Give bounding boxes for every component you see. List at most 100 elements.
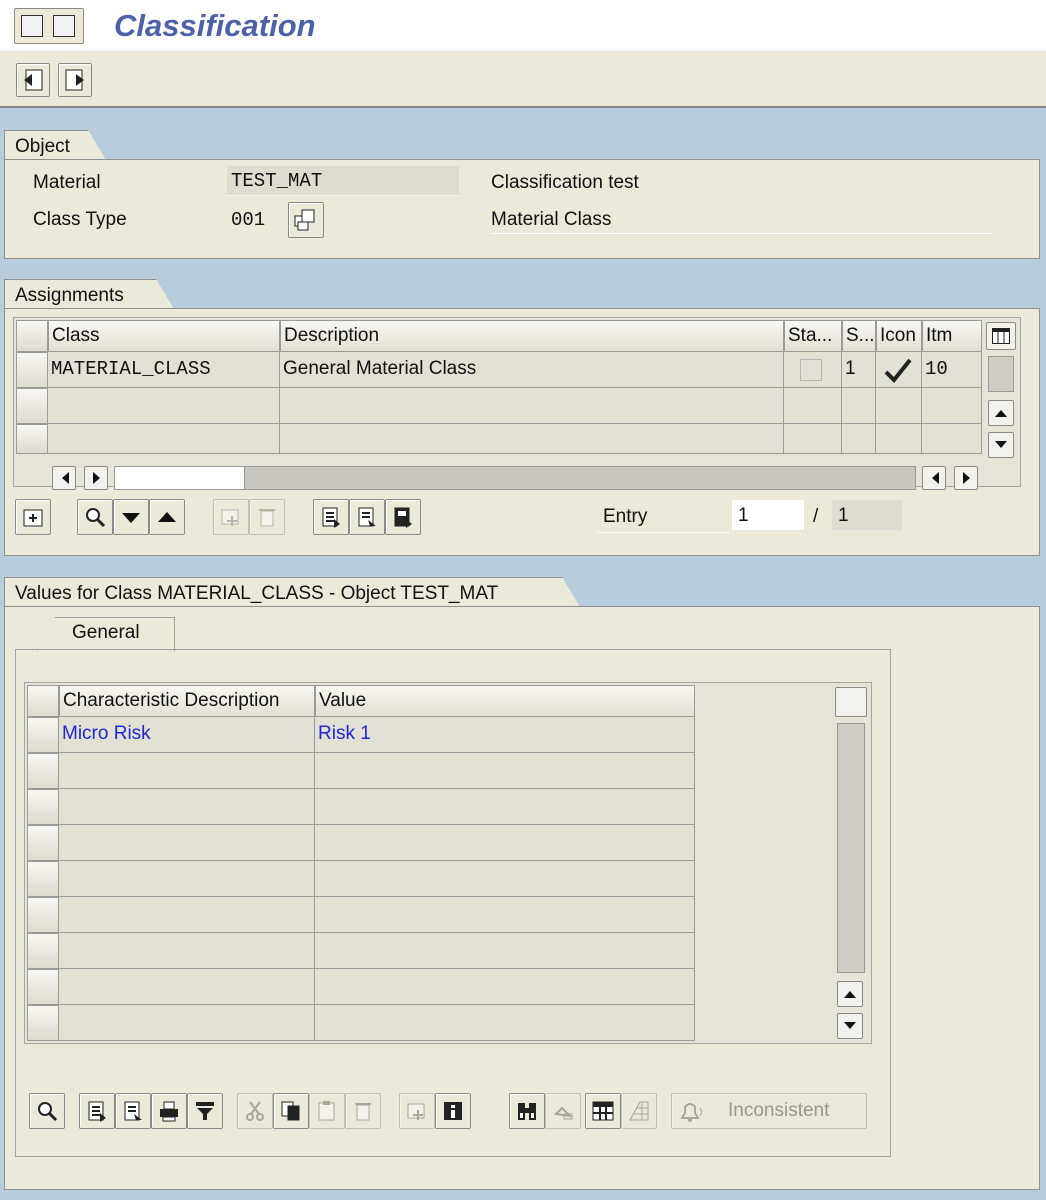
table-row-empty[interactable] xyxy=(315,861,695,897)
select-all-rows[interactable] xyxy=(16,320,48,352)
scroll-up-button[interactable] xyxy=(837,981,863,1007)
table-row-empty[interactable] xyxy=(59,897,315,933)
table-row-empty[interactable] xyxy=(876,424,922,454)
table-row-empty[interactable] xyxy=(280,388,784,424)
table-row-empty[interactable] xyxy=(876,388,922,424)
row-selector[interactable] xyxy=(27,717,59,753)
vertical-scroll-thumb[interactable] xyxy=(988,356,1014,392)
row-selector[interactable] xyxy=(27,969,59,1005)
scroll-right-button[interactable] xyxy=(954,466,978,490)
scroll-left-button[interactable] xyxy=(52,466,76,490)
horizontal-scroll-thumb[interactable] xyxy=(115,467,245,489)
col-class[interactable]: Class xyxy=(48,320,280,352)
table-row-empty[interactable] xyxy=(48,388,280,424)
add-button[interactable] xyxy=(213,499,249,535)
filter-button[interactable] xyxy=(187,1093,223,1129)
table-row-characteristic[interactable]: Micro Risk xyxy=(59,717,315,753)
row-selector[interactable] xyxy=(27,897,59,933)
horizontal-scroll-track[interactable] xyxy=(114,466,916,490)
print-button[interactable] xyxy=(151,1093,187,1129)
change-layout-button[interactable] xyxy=(349,499,385,535)
table-row-empty[interactable] xyxy=(842,388,876,424)
row-selector[interactable] xyxy=(27,789,59,825)
table-row-empty[interactable] xyxy=(315,933,695,969)
paste-button[interactable] xyxy=(309,1093,345,1129)
table-row-description[interactable]: General Material Class xyxy=(280,352,784,388)
table-row-empty[interactable] xyxy=(59,753,315,789)
delete-button[interactable] xyxy=(345,1093,381,1129)
table-row-empty[interactable] xyxy=(784,388,842,424)
table-row-empty[interactable] xyxy=(59,969,315,1005)
sort-descending-button[interactable] xyxy=(113,499,149,535)
delete-button[interactable] xyxy=(249,499,285,535)
table-row-class[interactable]: MATERIAL_CLASS xyxy=(48,352,280,388)
table-row-empty[interactable] xyxy=(59,933,315,969)
table-row-empty[interactable] xyxy=(59,1005,315,1041)
tab-general[interactable]: General xyxy=(37,617,175,651)
information-button[interactable] xyxy=(435,1093,471,1129)
row-selector[interactable] xyxy=(27,861,59,897)
row-selector[interactable] xyxy=(27,825,59,861)
sort-ascending-button[interactable] xyxy=(149,499,185,535)
table-row-empty[interactable] xyxy=(48,424,280,454)
choose-layout-button[interactable] xyxy=(79,1093,115,1129)
table-row-value[interactable]: Risk 1 xyxy=(315,717,695,753)
scroll-down-button[interactable] xyxy=(837,1013,863,1039)
table-row-empty[interactable] xyxy=(842,424,876,454)
row-selector[interactable] xyxy=(27,1005,59,1041)
system-menu-button[interactable] xyxy=(14,8,84,44)
cut-button[interactable] xyxy=(237,1093,273,1129)
table-row-empty[interactable] xyxy=(315,969,695,1005)
add-button[interactable] xyxy=(399,1093,435,1129)
copy-button[interactable] xyxy=(273,1093,309,1129)
details-button[interactable] xyxy=(77,499,113,535)
select-all-rows[interactable] xyxy=(27,685,59,717)
row-selector[interactable] xyxy=(27,753,59,789)
find-button[interactable] xyxy=(509,1093,545,1129)
undo-button[interactable] xyxy=(545,1093,581,1129)
table-row-empty[interactable] xyxy=(315,825,695,861)
status-checkbox[interactable] xyxy=(800,359,822,381)
save-layout-button[interactable] xyxy=(385,499,421,535)
scroll-up-button[interactable] xyxy=(988,400,1014,426)
row-selector[interactable] xyxy=(16,352,48,388)
col-value[interactable]: Value xyxy=(315,685,695,717)
row-selector[interactable] xyxy=(16,388,48,424)
col-description[interactable]: Description xyxy=(280,320,784,352)
row-selector[interactable] xyxy=(16,424,48,454)
table-row-empty[interactable] xyxy=(922,424,982,454)
class-type-lookup-button[interactable] xyxy=(288,202,324,238)
table-settings-button[interactable] xyxy=(986,322,1016,350)
entry-input[interactable]: 1 xyxy=(731,499,805,531)
choose-layout-button[interactable] xyxy=(313,499,349,535)
row-selector[interactable] xyxy=(27,933,59,969)
class-type-field[interactable]: 001 xyxy=(231,207,265,233)
col-itm[interactable]: Itm xyxy=(922,320,982,352)
table-row-empty[interactable] xyxy=(922,388,982,424)
details-button[interactable] xyxy=(29,1093,65,1129)
table-row-empty[interactable] xyxy=(59,789,315,825)
table-row-empty[interactable] xyxy=(315,897,695,933)
next-object-button[interactable] xyxy=(58,63,92,97)
col-s[interactable]: S... xyxy=(842,320,876,352)
table-row-empty[interactable] xyxy=(784,424,842,454)
table-view-button[interactable] xyxy=(585,1093,621,1129)
table-settings-button[interactable] xyxy=(835,687,867,717)
material-field[interactable]: TEST_MAT xyxy=(227,166,459,196)
table-row-empty[interactable] xyxy=(280,424,784,454)
table-row-empty[interactable] xyxy=(315,1005,695,1041)
insert-row-button[interactable] xyxy=(15,499,51,535)
table-row-empty[interactable] xyxy=(315,753,695,789)
table-row-empty[interactable] xyxy=(59,825,315,861)
col-status[interactable]: Sta... xyxy=(784,320,842,352)
table-row-status[interactable] xyxy=(784,352,842,388)
vertical-scroll-thumb[interactable] xyxy=(837,723,865,973)
col-characteristic-description[interactable]: Characteristic Description xyxy=(59,685,315,717)
table-row-empty[interactable] xyxy=(315,789,695,825)
previous-object-button[interactable] xyxy=(16,63,50,97)
scroll-left-button[interactable] xyxy=(922,466,946,490)
inconsistent-button[interactable]: Inconsistent xyxy=(671,1093,867,1129)
grid-view-button[interactable] xyxy=(621,1093,657,1129)
table-row-empty[interactable] xyxy=(59,861,315,897)
col-icon[interactable]: Icon xyxy=(876,320,922,352)
